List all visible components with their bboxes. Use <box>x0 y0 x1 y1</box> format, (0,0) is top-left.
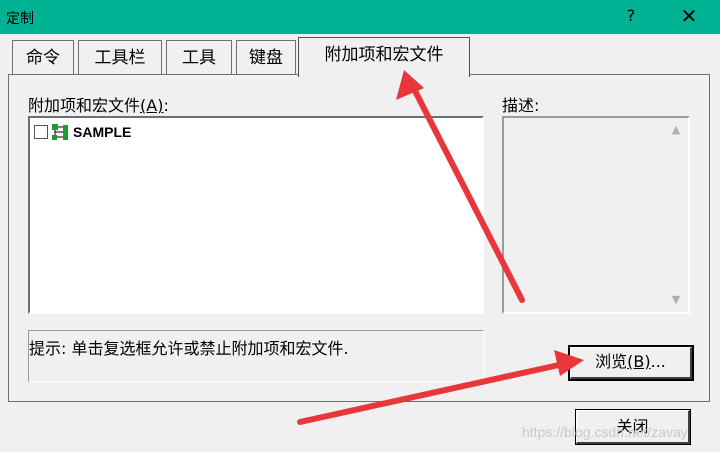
help-button[interactable]: ? <box>620 4 642 28</box>
tab-keyboard[interactable]: 键盘 <box>236 40 296 74</box>
list-item[interactable]: SAMPLE <box>34 122 131 142</box>
scroll-up-icon: ▲ <box>671 123 681 136</box>
addin-network-icon <box>52 124 68 140</box>
close-window-button[interactable]: ✕ <box>672 2 706 30</box>
addins-listbox[interactable]: SAMPLE <box>28 116 484 314</box>
description-label: 描述: <box>502 96 540 115</box>
addins-list-label: 附加项和宏文件(A): <box>28 96 169 115</box>
tab-toolbars[interactable]: 工具栏 <box>78 40 162 74</box>
hint-text: 提示: 单击复选框允许或禁止附加项和宏文件. <box>29 339 349 358</box>
title-bar: 定制 ? ✕ <box>0 0 720 34</box>
hint-box: 提示: 单击复选框允许或禁止附加项和宏文件. <box>28 330 484 382</box>
scroll-down-icon: ▼ <box>671 293 681 306</box>
tab-tools[interactable]: 工具 <box>166 40 232 74</box>
watermark: https://blog.csdn.net/zavay <box>522 424 688 440</box>
window-title: 定制 <box>6 11 34 27</box>
tab-addins-macros[interactable]: 附加项和宏文件 <box>298 37 470 77</box>
browse-button[interactable]: 浏览(B)... <box>568 345 694 381</box>
description-box: ▲ ▼ <box>502 116 690 314</box>
tab-commands[interactable]: 命令 <box>12 40 74 74</box>
addin-item-label: SAMPLE <box>73 124 132 140</box>
addin-checkbox[interactable] <box>34 125 48 139</box>
